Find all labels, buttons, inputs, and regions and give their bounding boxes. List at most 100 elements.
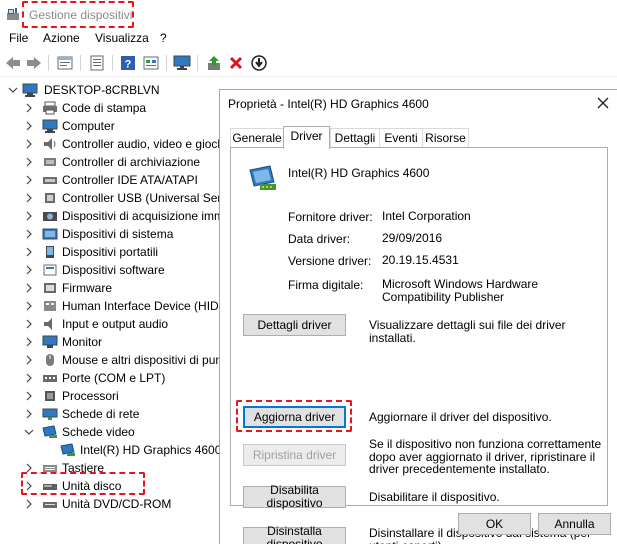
tree-item[interactable]: Schede di rete (0, 405, 222, 423)
download-icon[interactable] (250, 54, 268, 72)
monitor-icon[interactable] (173, 54, 191, 72)
chevron-right-icon[interactable] (24, 337, 34, 347)
chevron-down-icon[interactable] (24, 427, 34, 437)
tab-generale[interactable]: Generale (230, 128, 284, 148)
provider-value: Intel Corporation (382, 209, 471, 223)
tab-risorse[interactable]: Risorse (422, 128, 469, 148)
chevron-down-icon[interactable] (8, 85, 18, 95)
chevron-right-icon[interactable] (24, 301, 34, 311)
chevron-right-icon[interactable] (24, 247, 34, 257)
update-driver-button[interactable]: Aggiorna driver (243, 406, 346, 428)
tree-item[interactable]: Intel(R) HD Graphics 4600 (0, 441, 222, 459)
uninstall-device-button[interactable]: Disinstalla dispositivo (243, 525, 346, 544)
tree-item[interactable]: Controller di archiviazione (0, 153, 222, 171)
chevron-right-icon[interactable] (24, 463, 34, 473)
tree-item[interactable]: Unità disco (0, 477, 222, 495)
chevron-right-icon[interactable] (24, 211, 34, 221)
tree-item-label: Controller USB (Universal Serial Bus) (62, 191, 222, 205)
tree-item[interactable]: Processori (0, 387, 222, 405)
chevron-right-icon[interactable] (24, 373, 34, 383)
tree-item[interactable]: Controller USB (Universal Serial Bus) (0, 189, 222, 207)
tree-item[interactable]: Human Interface Device (HID) (0, 297, 222, 315)
disable-device-desc: Disabilitare il dispositivo. (369, 490, 500, 504)
monitor-icon (42, 335, 58, 348)
cancel-button[interactable]: Annulla (538, 513, 611, 535)
toolbar-separator (166, 55, 167, 71)
signature-label: Firma digitale: (288, 278, 364, 292)
tree-item[interactable]: Controller IDE ATA/ATAPI (0, 171, 222, 189)
tree-item[interactable]: Tastiere (0, 459, 222, 477)
system-device-icon (42, 228, 58, 240)
update-driver-icon[interactable] (205, 54, 223, 72)
tree-item[interactable]: Monitor (0, 333, 222, 351)
display-adapter-icon (249, 165, 276, 190)
tree-item[interactable]: Dispositivi di sistema (0, 225, 222, 243)
tree-item[interactable]: Controller audio, video e giochi (0, 135, 222, 153)
tree-item[interactable]: Dispositivi software (0, 261, 222, 279)
help-icon[interactable]: ? (119, 54, 137, 72)
tree-item-label: Dispositivi portatili (62, 245, 159, 259)
tab-eventi[interactable]: Eventi (379, 128, 423, 148)
chevron-right-icon[interactable] (24, 481, 34, 491)
tree-item[interactable]: Firmware (0, 279, 222, 297)
menu-help[interactable]: ? (160, 31, 167, 45)
properties-icon[interactable] (56, 54, 74, 72)
usb-icon (45, 193, 55, 203)
display-adapter-icon (42, 425, 57, 438)
view-list-icon[interactable] (88, 54, 106, 72)
hid-icon (44, 301, 56, 311)
close-icon[interactable] (595, 95, 611, 111)
chevron-right-icon[interactable] (24, 499, 34, 509)
chevron-right-icon[interactable] (24, 229, 34, 239)
chevron-right-icon[interactable] (24, 391, 34, 401)
chevron-right-icon[interactable] (24, 409, 34, 419)
tree-item[interactable]: Code di stampa (0, 99, 222, 117)
tree-item[interactable]: Computer (0, 117, 222, 135)
keyboard-icon (43, 465, 57, 472)
tree-item[interactable]: Schede video (0, 423, 222, 441)
chevron-right-icon[interactable] (24, 157, 34, 167)
tree-item[interactable]: Dispositivi di acquisizione immagini (0, 207, 222, 225)
tree-item[interactable]: Input e output audio (0, 315, 222, 333)
chevron-right-icon[interactable] (24, 265, 34, 275)
chevron-right-icon[interactable] (24, 355, 34, 365)
tree-item[interactable]: Unità DVD/CD-ROM (0, 495, 222, 513)
chevron-right-icon[interactable] (24, 193, 34, 203)
uninstall-icon[interactable] (227, 54, 245, 72)
title-bar: Gestione dispositivi (0, 0, 617, 30)
chevron-right-icon[interactable] (24, 121, 34, 131)
chevron-right-icon[interactable] (24, 319, 34, 329)
svg-text:?: ? (125, 59, 132, 71)
port-icon (43, 375, 57, 382)
tree-item[interactable]: Mouse e altri dispositivi di puntamento (0, 351, 222, 369)
ok-button[interactable]: OK (458, 513, 531, 535)
disable-device-button[interactable]: Disabilita dispositivo (243, 484, 346, 510)
chevron-right-icon[interactable] (24, 283, 34, 293)
tree-root[interactable]: DESKTOP-8CRBLVN (0, 81, 222, 99)
forward-arrow-icon[interactable] (25, 54, 43, 72)
chevron-right-icon[interactable] (24, 103, 34, 113)
tree-item-label: Controller IDE ATA/ATAPI (62, 173, 198, 187)
tab-dettagli[interactable]: Dettagli (330, 128, 380, 148)
menu-azione[interactable]: Azione (43, 31, 80, 45)
menu-visualizza[interactable]: Visualizza (95, 31, 149, 45)
tab-driver[interactable]: Driver (283, 126, 330, 149)
chevron-right-icon[interactable] (24, 175, 34, 185)
back-arrow-icon[interactable] (4, 54, 22, 72)
chevron-right-icon[interactable] (24, 139, 34, 149)
driver-details-button[interactable]: Dettagli driver (243, 314, 346, 336)
date-label: Data driver: (288, 232, 351, 246)
tree-item-label: Processori (62, 389, 119, 403)
tree-item[interactable]: Dispositivi portatili (0, 243, 222, 261)
disk-drive-icon (43, 484, 57, 490)
menu-file[interactable]: File (9, 31, 28, 45)
rollback-driver-button[interactable]: Ripristina driver (243, 444, 346, 466)
update-driver-desc: Aggiornare il driver del dispositivo. (369, 410, 552, 424)
driver-details-desc: Visualizzare dettagli sui file dei drive… (369, 318, 566, 345)
computer-icon (42, 119, 58, 133)
tree-item-label: Schede video (62, 425, 135, 439)
tree-item-label: Mouse e altri dispositivi di puntamento (62, 353, 222, 367)
tree-item[interactable]: Porte (COM e LPT) (0, 369, 222, 387)
view-icon[interactable] (142, 54, 160, 72)
device-tree: DESKTOP-8CRBLVN Code di stampa Computer Co… (0, 78, 222, 544)
